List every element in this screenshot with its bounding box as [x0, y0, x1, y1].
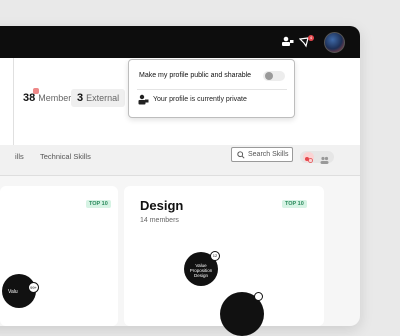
- popover-divider: [137, 89, 287, 90]
- public-profile-switch[interactable]: [263, 71, 285, 81]
- members-number: 38: [23, 92, 36, 104]
- view-toggle-people[interactable]: [319, 152, 330, 164]
- public-toggle-label: Make my profile public and sharable: [139, 72, 252, 79]
- tab-skills[interactable]: ills: [15, 152, 24, 161]
- avatar[interactable]: [324, 32, 345, 53]
- private-profile-icon: [138, 94, 149, 105]
- search-placeholder: Search Skills: [248, 151, 289, 158]
- card-members: 14 members: [140, 217, 179, 224]
- external-label: External: [86, 93, 120, 103]
- card-title: Design: [140, 198, 184, 213]
- skill-card-left[interactable]: TOP 10 Valu 99+: [0, 186, 118, 326]
- top10-badge: TOP 10: [86, 200, 111, 208]
- tab-technical-skills[interactable]: Technical Skills: [40, 152, 91, 161]
- profile-status-text: Your profile is currently private: [153, 96, 247, 103]
- members-count[interactable]: 38 Members: [23, 92, 76, 104]
- top10-badge: TOP 10: [282, 200, 307, 208]
- view-toggle[interactable]: [300, 151, 334, 164]
- search-icon: [237, 150, 245, 159]
- bubble-label: Valu: [8, 289, 18, 295]
- external-count[interactable]: 3 External: [71, 89, 126, 107]
- switch-knob: [265, 72, 273, 80]
- bubble-count: 99+: [28, 282, 39, 293]
- people-icon: [320, 156, 329, 164]
- skill-card-design[interactable]: Design 14 members TOP 10 Value Propositi…: [124, 186, 324, 336]
- bubble-count: 12: [210, 251, 220, 261]
- view-toggle-active[interactable]: [303, 152, 314, 163]
- external-number: 3: [77, 92, 84, 104]
- user-settings-icon[interactable]: [281, 36, 294, 47]
- search-input[interactable]: Search Skills: [231, 147, 293, 162]
- notification-badge: 4: [308, 35, 314, 41]
- bubble-label: Value Proposition Design: [189, 263, 213, 278]
- group-icon: [305, 157, 313, 163]
